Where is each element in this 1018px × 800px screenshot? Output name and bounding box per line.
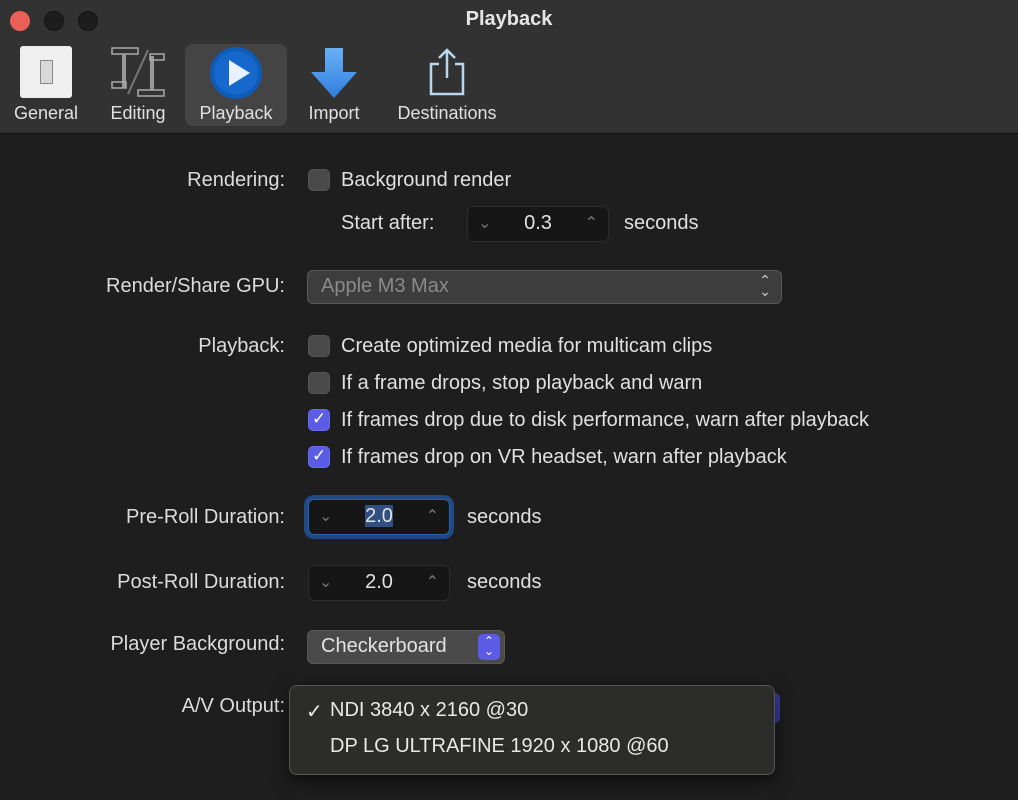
av-output-label: A/V Output:	[181, 695, 285, 717]
chevron-up-icon[interactable]: ⌃	[426, 506, 439, 526]
disk-performance-warn-checkbox[interactable]	[308, 409, 330, 431]
up-down-chevron-icon: ⌃ ⌄	[759, 272, 771, 299]
rendering-label: Rendering:	[187, 169, 285, 191]
vr-headset-warn-checkbox[interactable]	[308, 446, 330, 468]
post-roll-stepper[interactable]: ⌄ 2.0 ⌃	[308, 565, 450, 601]
tab-label: Import	[308, 103, 360, 123]
start-after-stepper[interactable]: ⌄ 0.3 ⌃	[467, 206, 609, 242]
player-background-label: Player Background:	[110, 633, 285, 655]
frame-drop-stop-checkbox[interactable]	[308, 372, 330, 394]
up-down-chevron-icon: ⌃ ⌄	[478, 634, 500, 660]
tab-label: Editing	[110, 103, 166, 123]
tab-playback[interactable]: Playback	[185, 44, 287, 126]
checkbox-label: If frames drop on VR headset, warn after…	[341, 446, 787, 468]
chevron-up-icon[interactable]: ⌃	[426, 572, 439, 592]
menu-item-ndi[interactable]: NDI 3840 x 2160 @30	[330, 699, 528, 722]
player-background-popup[interactable]: Checkerboard ⌃ ⌄	[307, 630, 505, 664]
tab-import[interactable]: Import	[298, 44, 370, 126]
download-arrow-icon	[309, 46, 359, 100]
tab-general[interactable]: General	[8, 44, 84, 126]
gpu-label: Render/Share GPU:	[106, 275, 285, 297]
tab-editing[interactable]: Editing	[100, 44, 176, 126]
checkbox-label: If frames drop due to disk performance, …	[341, 409, 870, 431]
background-render-label: Background render	[341, 169, 512, 191]
background-render-checkbox[interactable]	[308, 169, 330, 191]
tab-label: Destinations	[397, 103, 497, 123]
switch-icon	[20, 46, 72, 98]
checkbox-label: If a frame drops, stop playback and warn	[341, 372, 703, 394]
start-after-unit: seconds	[624, 212, 699, 234]
menu-item-dp-lg-ultrafine[interactable]: DP LG ULTRAFINE 1920 x 1080 @60	[330, 735, 669, 758]
playback-label: Playback:	[198, 335, 285, 357]
optimized-media-checkbox[interactable]	[308, 335, 330, 357]
av-output-menu: ✓ NDI 3840 x 2160 @30 DP LG ULTRAFINE 19…	[289, 685, 775, 775]
share-icon	[427, 46, 467, 98]
post-roll-label: Post-Roll Duration:	[117, 571, 285, 593]
pre-roll-unit: seconds	[467, 506, 542, 528]
film-strip-icon	[110, 46, 166, 98]
tab-label: General	[13, 103, 79, 123]
pre-roll-value[interactable]: 2.0	[365, 505, 393, 527]
gpu-popup[interactable]: Apple M3 Max ⌃ ⌄	[307, 270, 782, 304]
start-after-label: Start after:	[341, 212, 435, 234]
tab-label: Playback	[199, 103, 273, 123]
chevron-up-icon[interactable]: ⌃	[585, 213, 598, 233]
player-background-value: Checkerboard	[321, 635, 447, 657]
window-title: Playback	[465, 8, 553, 30]
play-circle-icon	[209, 46, 263, 100]
pre-roll-label: Pre-Roll Duration:	[126, 506, 285, 528]
checkmark-icon: ✓	[306, 701, 323, 723]
post-roll-unit: seconds	[467, 571, 542, 593]
tab-destinations[interactable]: Destinations	[388, 44, 506, 126]
checkbox-label: Create optimized media for multicam clip…	[341, 335, 713, 357]
title-bar: Playback General Editing Playback Import…	[0, 0, 1018, 134]
pre-roll-stepper[interactable]: ⌄ 2.0 ⌃	[308, 499, 450, 535]
gpu-value: Apple M3 Max	[321, 275, 449, 297]
